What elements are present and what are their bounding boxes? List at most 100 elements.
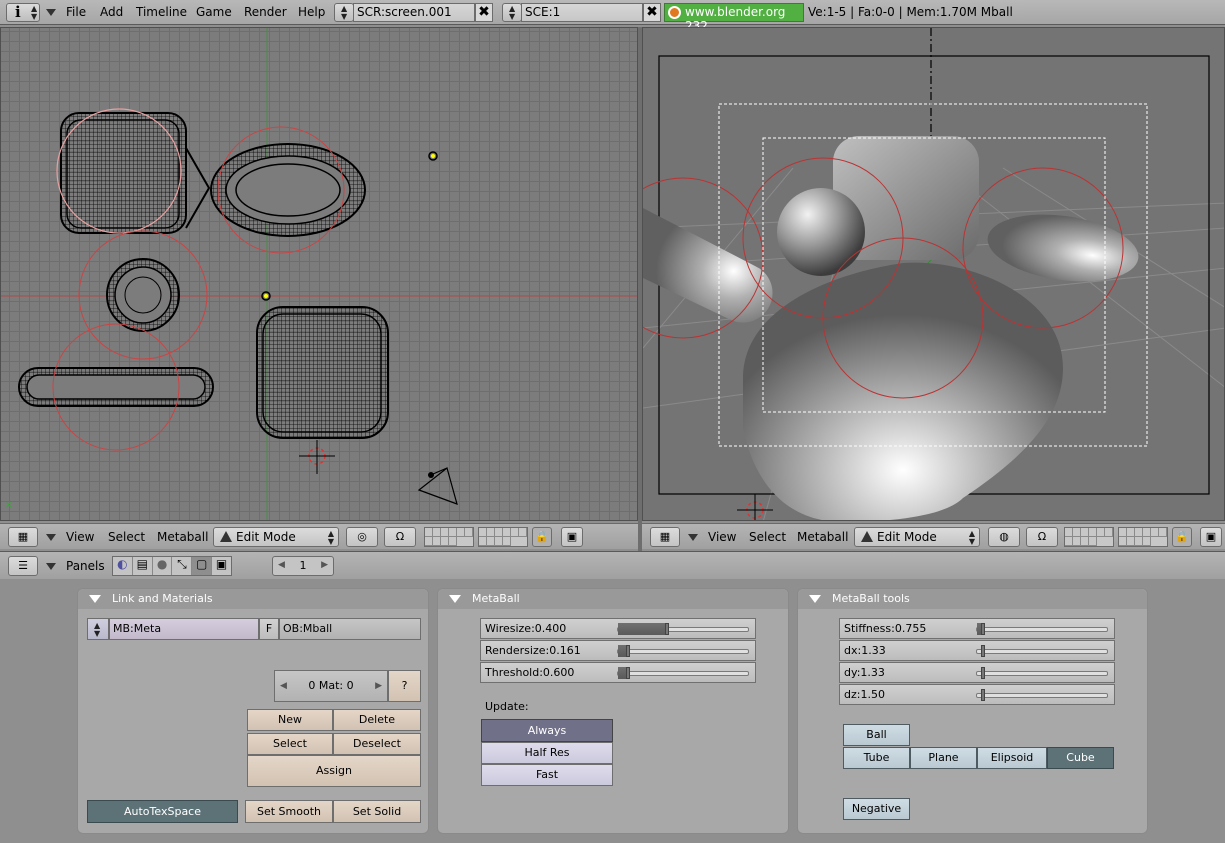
menu-select[interactable]: Select (108, 530, 145, 544)
context-buttons[interactable]: ◐ ▤ ● ⤡ ▢ ▣ (112, 556, 232, 576)
render-preview-button[interactable]: ▣ (1200, 527, 1222, 547)
lock-icon: 🔒 (535, 530, 549, 543)
set-smooth-button[interactable]: Set Smooth (245, 800, 333, 823)
buttons-type-button[interactable]: ☰ (8, 556, 38, 576)
menu-timeline[interactable]: Timeline (136, 5, 187, 19)
wire-cube-metaball (60, 112, 187, 234)
shading-icon[interactable]: ● (153, 557, 173, 575)
fake-user-button[interactable]: F (259, 618, 279, 640)
negative-toggle[interactable]: Negative (843, 798, 910, 820)
image-icon: ▣ (566, 530, 578, 543)
menu-file[interactable]: File (66, 5, 86, 19)
screen-name-field[interactable]: SCR:screen.001 (353, 3, 475, 22)
layer-buttons-a[interactable] (424, 527, 474, 547)
type-plane-button[interactable]: Plane (910, 747, 977, 769)
delete-button[interactable]: Delete (333, 709, 421, 731)
update-halfres-button[interactable]: Half Res (481, 742, 613, 764)
menu-select[interactable]: Select (749, 530, 786, 544)
type-ball-button[interactable]: Ball (843, 724, 910, 746)
layer-buttons-b[interactable] (1118, 527, 1168, 547)
collapse-menu-icon[interactable] (46, 563, 56, 570)
manipulator-button[interactable]: Ω (1026, 527, 1058, 547)
panel-title[interactable]: Link and Materials (78, 589, 428, 609)
blender-link[interactable]: www.blender.org 232 (664, 3, 804, 33)
view-type-button[interactable]: ▦ (8, 527, 38, 547)
3d-viewport-top[interactable]: x (0, 27, 638, 521)
mode-selector[interactable]: Edit Mode ▲ ▼ (213, 527, 339, 547)
3d-viewport-camera[interactable] (642, 27, 1225, 521)
material-help-button[interactable]: ? (388, 670, 421, 702)
mb-browse-button[interactable]: ▲ ▼ (87, 618, 109, 640)
scene-browse-button[interactable]: ▲ ▼ (502, 3, 522, 22)
arrow-right-icon[interactable]: ▶ (321, 560, 328, 570)
screen-delete-button[interactable]: ✖ (475, 3, 493, 22)
layer-buttons-a[interactable] (1064, 527, 1114, 547)
script-icon[interactable]: ▤ (133, 557, 153, 575)
select-button[interactable]: Select (247, 733, 333, 755)
material-index-field[interactable]: ◀ 0 Mat: 0 ▶ (274, 670, 388, 702)
arrow-right-icon[interactable]: ▶ (375, 671, 382, 701)
menu-game[interactable]: Game (196, 5, 232, 19)
dy-slider[interactable]: dy:1.33 (839, 662, 1115, 683)
logic-icon[interactable]: ◐ (113, 557, 133, 575)
panel-title[interactable]: MetaBall (438, 589, 788, 609)
collapse-menu-icon[interactable] (46, 9, 56, 16)
menu-view[interactable]: View (708, 530, 736, 544)
mb-name-field[interactable]: MB:Meta (109, 618, 259, 640)
pivot-button[interactable]: ◎ (346, 527, 378, 547)
editor-type-button[interactable]: i ▲ ▼ (6, 3, 40, 22)
link-materials-panel: Link and Materials ▲ ▼ MB:Meta F OB:Mball… (77, 588, 429, 834)
lock-button[interactable]: 🔒 (532, 527, 552, 547)
type-cube-button[interactable]: Cube (1047, 747, 1114, 769)
autotexspace-button[interactable]: AutoTexSpace (87, 800, 238, 823)
update-label: Update: (485, 700, 529, 713)
viewport-divider[interactable] (638, 27, 642, 551)
menu-help[interactable]: Help (298, 5, 325, 19)
panel-title[interactable]: MetaBall tools (798, 589, 1147, 609)
menu-render[interactable]: Render (244, 5, 287, 19)
menu-metaball[interactable]: Metaball (157, 530, 208, 544)
shaded-plane-blob (743, 262, 1063, 520)
update-fast-button[interactable]: Fast (481, 764, 613, 786)
dz-slider[interactable]: dz:1.50 (839, 684, 1115, 705)
scene-name-field[interactable]: SCE:1 (521, 3, 643, 22)
menu-view[interactable]: View (66, 530, 94, 544)
menu-add[interactable]: Add (100, 5, 123, 19)
mode-label: Edit Mode (877, 530, 937, 544)
assign-button[interactable]: Assign (247, 755, 421, 787)
camera-object (417, 466, 458, 505)
update-always-button[interactable]: Always (481, 719, 613, 742)
dx-slider[interactable]: dx:1.33 (839, 640, 1115, 661)
left-view-header: ▦ View Select Metaball Edit Mode ▲ ▼ ◎ Ω … (0, 523, 638, 549)
stiffness-slider[interactable]: Stiffness:0.755 (839, 618, 1115, 639)
object-icon[interactable]: ⤡ (172, 557, 193, 575)
wiresize-slider[interactable]: Wiresize:0.400 (480, 618, 756, 639)
threshold-slider[interactable]: Threshold:0.600 (480, 662, 756, 683)
shading-button[interactable]: ◍ (988, 527, 1020, 547)
collapse-menu-icon[interactable] (46, 534, 56, 541)
collapse-menu-icon[interactable] (688, 534, 698, 541)
new-button[interactable]: New (247, 709, 333, 731)
manipulator-button[interactable]: Ω (384, 527, 416, 547)
screen-browse-button[interactable]: ▲ ▼ (334, 3, 354, 22)
rendersize-slider[interactable]: Rendersize:0.161 (480, 640, 756, 661)
layer-buttons-b[interactable] (478, 527, 528, 547)
render-preview-button[interactable]: ▣ (561, 527, 583, 547)
frame-number-field[interactable]: ◀ 1 ▶ (272, 556, 334, 576)
ob-name-field[interactable]: OB:Mball (279, 618, 421, 640)
scene-icon[interactable]: ▣ (212, 557, 231, 575)
set-solid-button[interactable]: Set Solid (333, 800, 421, 823)
menu-metaball[interactable]: Metaball (797, 530, 848, 544)
type-tube-button[interactable]: Tube (843, 747, 910, 769)
view-type-button[interactable]: ▦ (650, 527, 680, 547)
editing-icon[interactable]: ▢ (192, 557, 213, 575)
info-header: i ▲ ▼ File Add Timeline Game Render Help … (0, 0, 1225, 33)
pivot-icon: ◎ (357, 530, 367, 543)
type-elipsoid-button[interactable]: Elipsoid (977, 747, 1047, 769)
mode-selector[interactable]: Edit Mode ▲ ▼ (854, 527, 980, 547)
metaball-panel: MetaBall Wiresize:0.400 Rendersize:0.161… (437, 588, 789, 834)
scene-delete-button[interactable]: ✖ (643, 3, 661, 22)
lock-button[interactable]: 🔒 (1172, 527, 1192, 547)
deselect-button[interactable]: Deselect (333, 733, 421, 755)
arrow-left-icon[interactable]: ◀ (280, 671, 287, 701)
